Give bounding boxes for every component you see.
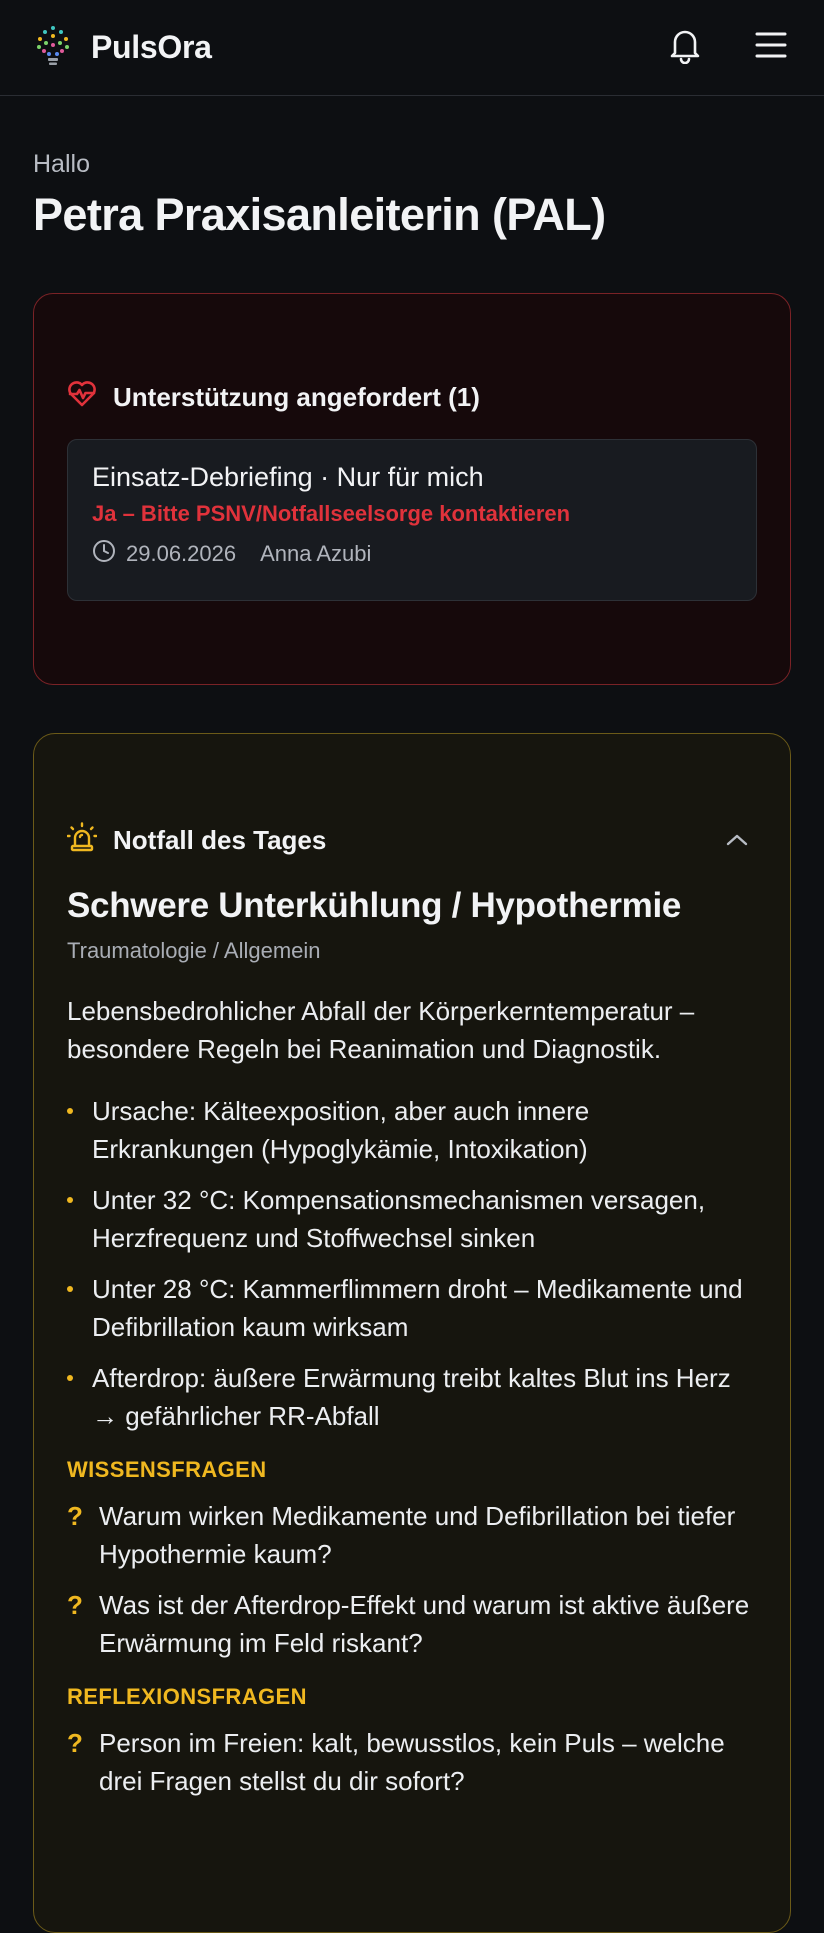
- reflection-questions-list: ? Person im Freien: kalt, bewusstlos, kei…: [67, 1724, 757, 1800]
- emergency-category: Traumatologie / Allgemein: [67, 938, 321, 963]
- chevron-up-icon[interactable]: [717, 820, 757, 860]
- hamburger-menu-icon: [755, 31, 787, 64]
- list-item-text: Unter 28 °C: Kammerflimmern droht – Medi…: [92, 1274, 743, 1342]
- support-requests-card: Unterstützung angefordert (1) Einsatz-De…: [33, 293, 791, 685]
- reflection-questions-label: REFLEXIONSFRAGEN: [67, 1684, 307, 1709]
- support-title-text: Unterstützung angefordert (1): [113, 382, 480, 412]
- siren-icon: [66, 821, 98, 859]
- emergency-lead: Lebensbedrohlicher Abfall der Körperkern…: [67, 996, 695, 1064]
- list-item: Unter 28 °C: Kammerflimmern droht – Medi…: [67, 1270, 757, 1346]
- knowledge-questions-label: WISSENSFRAGEN: [67, 1457, 267, 1482]
- greeting-text: Hallo: [33, 150, 90, 178]
- bell-icon: [667, 26, 703, 69]
- clock-icon: [92, 539, 116, 569]
- bullet-dot: [67, 1375, 73, 1381]
- question-item: ? Person im Freien: kalt, bewusstlos, kei…: [67, 1724, 757, 1800]
- main-content: Hallo Petra Praxisanleiterin (PAL) Unter…: [0, 150, 824, 1933]
- lightbulb-network-icon: [33, 23, 73, 72]
- brand[interactable]: PulsOra: [33, 23, 212, 72]
- key-facts-list: Ursache: Kälteexposition, aber auch inne…: [67, 1092, 757, 1435]
- question-text: Warum wirken Medikamente und Defibrillat…: [99, 1501, 736, 1569]
- request-date: 29.06.2026: [126, 541, 237, 566]
- heart-pulse-icon: [67, 380, 97, 415]
- notifications-button[interactable]: [665, 28, 705, 68]
- support-request-item[interactable]: Einsatz-Debriefing · Nur für mich Ja – B…: [67, 439, 757, 601]
- request-alert: Ja – Bitte PSNV/Notfallseelsorge kontakt…: [92, 501, 571, 526]
- list-item-text: Ursache: Kälteexposition, aber auch inne…: [92, 1096, 590, 1164]
- bullet-dot: [67, 1197, 73, 1203]
- question-text: Was ist der Afterdrop-Effekt und warum i…: [99, 1590, 750, 1658]
- bullet-dot: [67, 1108, 73, 1114]
- knowledge-questions-list: ? Warum wirken Medikamente und Defibrilla…: [67, 1497, 757, 1662]
- user-name: Petra Praxisanleiterin (PAL): [33, 189, 606, 240]
- top-bar: PulsOra: [0, 0, 824, 96]
- support-title: Unterstützung angefordert (1): [67, 380, 757, 415]
- list-item: Unter 32 °C: Kompensationsmechanismen ve…: [67, 1181, 757, 1257]
- emergency-section-title-text: Notfall des Tages: [113, 824, 327, 855]
- emergency-header[interactable]: Notfall des Tages: [66, 820, 757, 860]
- question-mark-icon: ?: [67, 1590, 83, 1620]
- emergency-section-title: Notfall des Tages: [66, 821, 717, 859]
- emergency-topic: Schwere Unterkühlung / Hypothermie: [67, 886, 682, 925]
- question-mark-icon: ?: [67, 1501, 83, 1531]
- request-title: Einsatz-Debriefing · Nur für mich: [92, 462, 484, 492]
- list-item-text: Unter 32 °C: Kompensationsmechanismen ve…: [92, 1185, 706, 1253]
- request-meta: 29.06.2026 Anna Azubi: [92, 539, 732, 569]
- question-mark-icon: ?: [67, 1728, 83, 1758]
- question-item: ? Warum wirken Medikamente und Defibrilla…: [67, 1497, 757, 1573]
- list-item-text: Afterdrop: äußere Erwärmung treibt kalte…: [92, 1363, 731, 1431]
- question-item: ? Was ist der Afterdrop-Effekt und warum …: [67, 1586, 757, 1662]
- app-name: PulsOra: [91, 29, 212, 65]
- list-item: Ursache: Kälteexposition, aber auch inne…: [67, 1092, 757, 1168]
- menu-button[interactable]: [751, 28, 791, 68]
- question-text: Person im Freien: kalt, bewusstlos, kein…: [99, 1728, 725, 1796]
- bullet-dot: [67, 1286, 73, 1292]
- request-author: Anna Azubi: [260, 541, 372, 566]
- emergency-of-the-day-card: Notfall des Tages Schwere Unterkühlung /…: [33, 733, 791, 1933]
- list-item: Afterdrop: äußere Erwärmung treibt kalte…: [67, 1359, 757, 1435]
